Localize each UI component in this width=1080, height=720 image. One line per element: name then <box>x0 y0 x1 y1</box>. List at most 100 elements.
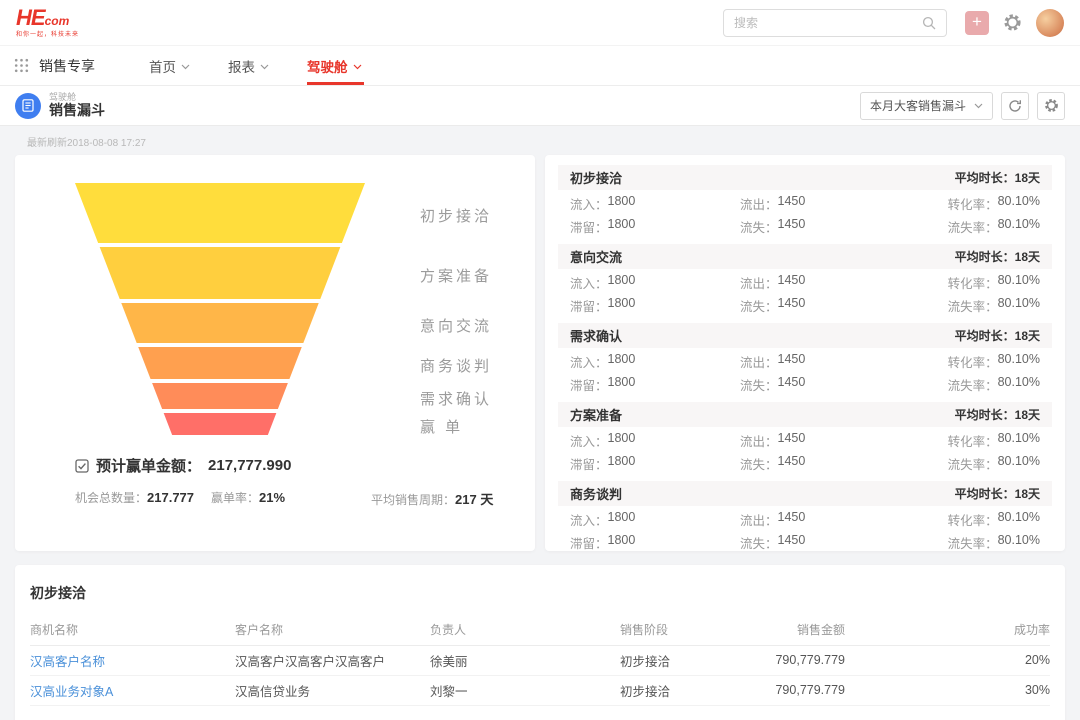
stage-cell: 初步接洽 <box>620 675 740 705</box>
funnel-stage-label: 意向交流 <box>420 315 492 336</box>
col-success-rate: 成功率 <box>845 615 1050 645</box>
page-title-block: 驾驶舱 销售漏斗 <box>49 93 105 118</box>
dashboard-doc-icon <box>15 93 41 119</box>
stage-duration: 平均时长：18天 <box>955 248 1040 265</box>
table-row[interactable]: 汉高业务对象A 汉高信贷业务 刘黎一 初步接洽 790,779.779 30% <box>30 675 1050 705</box>
stat-conversion-rate: 转化率：80.10% <box>910 352 1040 371</box>
stat-lost: 流失：1450 <box>740 296 910 315</box>
user-avatar[interactable] <box>1036 9 1064 37</box>
refresh-button[interactable] <box>1001 92 1029 120</box>
predicted-amount-value: 217,777.990 <box>208 457 291 474</box>
funnel-segment-3[interactable] <box>75 303 365 343</box>
nav-item-cockpit[interactable]: 驾驶舱 <box>307 46 378 85</box>
success-rate-cell: 20% <box>845 645 1050 675</box>
stage-name: 商务谈判 <box>570 484 622 503</box>
topbar-actions: + <box>965 9 1064 37</box>
page-header: 驾驶舱 销售漏斗 本月大客销售漏斗 <box>0 86 1080 126</box>
stat-lost: 流失：1450 <box>740 375 910 394</box>
opportunity-table: 商机名称 客户名称 负责人 销售阶段 销售金额 成功率 汉高客户名称 汉高客户汉… <box>30 615 1050 706</box>
amount-cell: 790,779.779 <box>740 675 845 705</box>
stat-conversion-rate: 转化率：80.10% <box>910 510 1040 529</box>
logo-slogan: 和你一起，科技未来 <box>16 32 79 38</box>
search-icon[interactable] <box>922 16 936 30</box>
funnel-segment-4[interactable] <box>75 347 365 379</box>
stat-outflow: 流出：1450 <box>740 194 910 213</box>
customer-name-cell: 汉高客户汉高客户汉高客户 <box>235 645 430 675</box>
stat-stagnant: 滞留：1800 <box>570 454 740 473</box>
col-owner: 负责人 <box>430 615 620 645</box>
predicted-amount-label: 预计赢单金额： <box>96 455 201 476</box>
funnel-segment-5[interactable] <box>75 383 365 409</box>
col-customer-name: 客户名称 <box>235 615 430 645</box>
stat-loss-rate: 流失率：80.10% <box>910 533 1040 552</box>
chevron-down-icon <box>974 103 983 109</box>
stage-header: 意向交流 平均时长：18天 <box>558 244 1052 269</box>
funnel-stage-label: 商务谈判 <box>420 355 492 376</box>
stat-inflow: 流入：1800 <box>570 273 740 292</box>
stage-header: 初步接洽 平均时长：18天 <box>558 165 1052 190</box>
funnel-segment-1[interactable] <box>75 183 365 243</box>
funnel-card: 初步接洽 方案准备 意向交流 商务谈判 需求确认 赢 单 预计赢单金额：217,… <box>15 155 535 551</box>
hecom-logo[interactable]: HEcom 和你一起，科技未来 <box>16 7 79 38</box>
chevron-down-icon <box>181 64 190 70</box>
settings-gear-icon[interactable] <box>1003 13 1022 32</box>
stat-lost: 流失：1450 <box>740 217 910 236</box>
chevron-down-icon <box>260 64 269 70</box>
funnel-stage-label: 初步接洽 <box>420 205 492 226</box>
page-header-controls: 本月大客销售漏斗 <box>860 92 1065 120</box>
stage-name: 需求确认 <box>570 326 622 345</box>
funnel-segment-2[interactable] <box>75 247 365 299</box>
stage-duration: 平均时长：18天 <box>955 327 1040 344</box>
app-grid-icon[interactable] <box>14 58 29 73</box>
chevron-down-icon <box>353 64 362 70</box>
stat-inflow: 流入：1800 <box>570 194 740 213</box>
cards-row: 初步接洽 方案准备 意向交流 商务谈判 需求确认 赢 单 预计赢单金额：217,… <box>15 155 1065 551</box>
stat-conversion-rate: 转化率：80.10% <box>910 273 1040 292</box>
nav-items: 首页 报表 驾驶舱 <box>127 46 378 85</box>
table-row[interactable]: 汉高客户名称 汉高客户汉高客户汉高客户 徐美丽 初步接洽 790,779.779… <box>30 645 1050 675</box>
stat-loss-rate: 流失率：80.10% <box>910 296 1040 315</box>
add-button[interactable]: + <box>965 11 989 35</box>
kpi-total-opportunities: 机会总数量：217.777 <box>75 489 211 508</box>
opportunity-link[interactable]: 汉高业务对象A <box>30 675 235 705</box>
stage-block: 商务谈判 平均时长：18天 流入：1800 流出：1450 转化率：80.10%… <box>558 481 1052 554</box>
nav-item-label: 报表 <box>228 56 255 76</box>
nav-item-home[interactable]: 首页 <box>149 46 206 85</box>
logo-com: com <box>45 14 70 28</box>
stage-summary-card: 初步接洽 平均时长：18天 流入：1800 流出：1450 转化率：80.10%… <box>545 155 1065 551</box>
stage-block: 意向交流 平均时长：18天 流入：1800 流出：1450 转化率：80.10%… <box>558 244 1052 317</box>
stat-stagnant: 滞留：1800 <box>570 296 740 315</box>
last-refresh-time: 最新刷新2018-08-08 17:27 <box>27 134 1065 149</box>
funnel-stage-label: 方案准备 <box>420 265 492 286</box>
global-search[interactable] <box>723 9 947 37</box>
col-opportunity-name: 商机名称 <box>30 615 235 645</box>
stat-stagnant: 滞留：1800 <box>570 533 740 552</box>
table-header-row: 商机名称 客户名称 负责人 销售阶段 销售金额 成功率 <box>30 615 1050 645</box>
stat-outflow: 流出：1450 <box>740 273 910 292</box>
stage-header: 需求确认 平均时长：18天 <box>558 323 1052 348</box>
stage-duration: 平均时长：18天 <box>955 406 1040 423</box>
stat-inflow: 流入：1800 <box>570 352 740 371</box>
refresh-icon <box>1008 99 1022 113</box>
nav-item-label: 首页 <box>149 56 176 76</box>
customer-name-cell: 汉高信贷业务 <box>235 675 430 705</box>
nav-item-reports[interactable]: 报表 <box>228 46 285 85</box>
gear-icon <box>1044 98 1059 113</box>
funnel-segment-6[interactable] <box>75 413 365 435</box>
search-input[interactable] <box>734 16 922 30</box>
stage-header: 方案准备 平均时长：18天 <box>558 402 1052 427</box>
checkbox-check-icon <box>75 459 89 473</box>
table-title: 初步接洽 <box>30 565 1050 603</box>
opportunity-table-card: 初步接洽 商机名称 客户名称 负责人 销售阶段 销售金额 成功率 汉高客户名称 … <box>15 565 1065 720</box>
opportunity-link[interactable]: 汉高客户名称 <box>30 645 235 675</box>
col-stage: 销售阶段 <box>620 615 740 645</box>
dashboard-settings-button[interactable] <box>1037 92 1065 120</box>
topbar: HEcom 和你一起，科技未来 + <box>0 0 1080 46</box>
stat-stagnant: 滞留：1800 <box>570 375 740 394</box>
nav-item-label: 驾驶舱 <box>307 56 348 76</box>
filter-selected-value: 本月大客销售漏斗 <box>870 97 966 114</box>
main-nav: 销售专享 首页 报表 驾驶舱 <box>0 46 1080 86</box>
stat-conversion-rate: 转化率：80.10% <box>910 194 1040 213</box>
stat-outflow: 流出：1450 <box>740 431 910 450</box>
funnel-filter-select[interactable]: 本月大客销售漏斗 <box>860 92 993 120</box>
